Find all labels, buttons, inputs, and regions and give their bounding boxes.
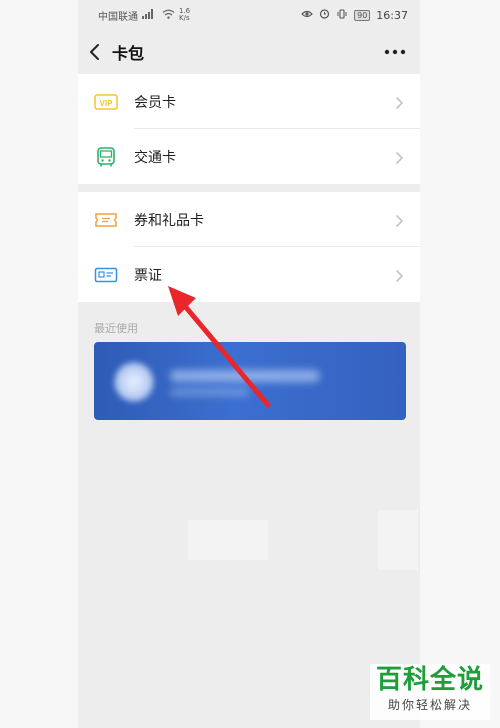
eye-icon: [301, 9, 313, 22]
vip-card-icon: VIP: [94, 90, 118, 114]
recent-section-label: 最近使用: [94, 322, 138, 335]
status-bar: 中国联通 1.6 K/s 90 16:37: [78, 0, 420, 30]
left-margin: [0, 0, 78, 728]
list-item-transit-card[interactable]: 交通卡: [78, 129, 420, 184]
card-logo-blurred: [114, 362, 154, 402]
coupon-icon: [94, 208, 118, 232]
list-item-tickets-ids[interactable]: 票证: [78, 247, 420, 302]
transit-card-label: 交通卡: [134, 149, 176, 166]
card-text-blurred: [170, 370, 320, 382]
ticket-id-icon: [94, 263, 118, 287]
background-ghost: [188, 520, 268, 560]
chevron-right-icon: [394, 150, 404, 164]
list-item-coupons-gift-cards[interactable]: 券和礼品卡: [78, 192, 420, 247]
card-subtext-blurred: [170, 388, 250, 396]
net-speed: 1.6 K/s: [179, 7, 191, 22]
more-dots-icon[interactable]: [384, 49, 406, 55]
page-title: 卡包: [112, 44, 145, 63]
alarm-icon: [319, 8, 330, 22]
chevron-right-icon: [394, 95, 404, 109]
phone-screen: 中国联通 1.6 K/s 90 16:37 卡包 VIP 会员卡 交通卡 券和礼…: [78, 0, 420, 728]
card-group-1: VIP 会员卡 交通卡: [78, 74, 420, 184]
watermark: 百科全说 助你轻松解决: [370, 664, 490, 720]
watermark-subtitle: 助你轻松解决: [387, 698, 472, 712]
signal-icon: [142, 8, 158, 22]
battery-indicator: 90: [354, 9, 371, 21]
membership-card-label: 会员卡: [134, 94, 176, 111]
right-margin: [420, 0, 500, 728]
svg-text:VIP: VIP: [100, 99, 114, 108]
card-group-2: 券和礼品卡 票证: [78, 192, 420, 302]
background-ghost: [378, 510, 418, 570]
coupons-gift-cards-label: 券和礼品卡: [134, 212, 204, 229]
nav-bar: 卡包: [78, 30, 420, 74]
watermark-title: 百科全说: [375, 665, 484, 695]
tickets-ids-label: 票证: [134, 267, 162, 284]
list-item-membership-card[interactable]: VIP 会员卡: [78, 74, 420, 129]
clock: 16:37: [376, 8, 408, 22]
bus-icon: [94, 145, 118, 169]
chevron-left-icon[interactable]: [88, 43, 102, 61]
chevron-right-icon: [394, 268, 404, 282]
chevron-right-icon: [394, 213, 404, 227]
carrier-label: 中国联通: [98, 11, 138, 23]
vibrate-icon: [336, 8, 348, 22]
wifi-icon: [162, 9, 175, 22]
recent-card-blurred[interactable]: [94, 342, 406, 420]
